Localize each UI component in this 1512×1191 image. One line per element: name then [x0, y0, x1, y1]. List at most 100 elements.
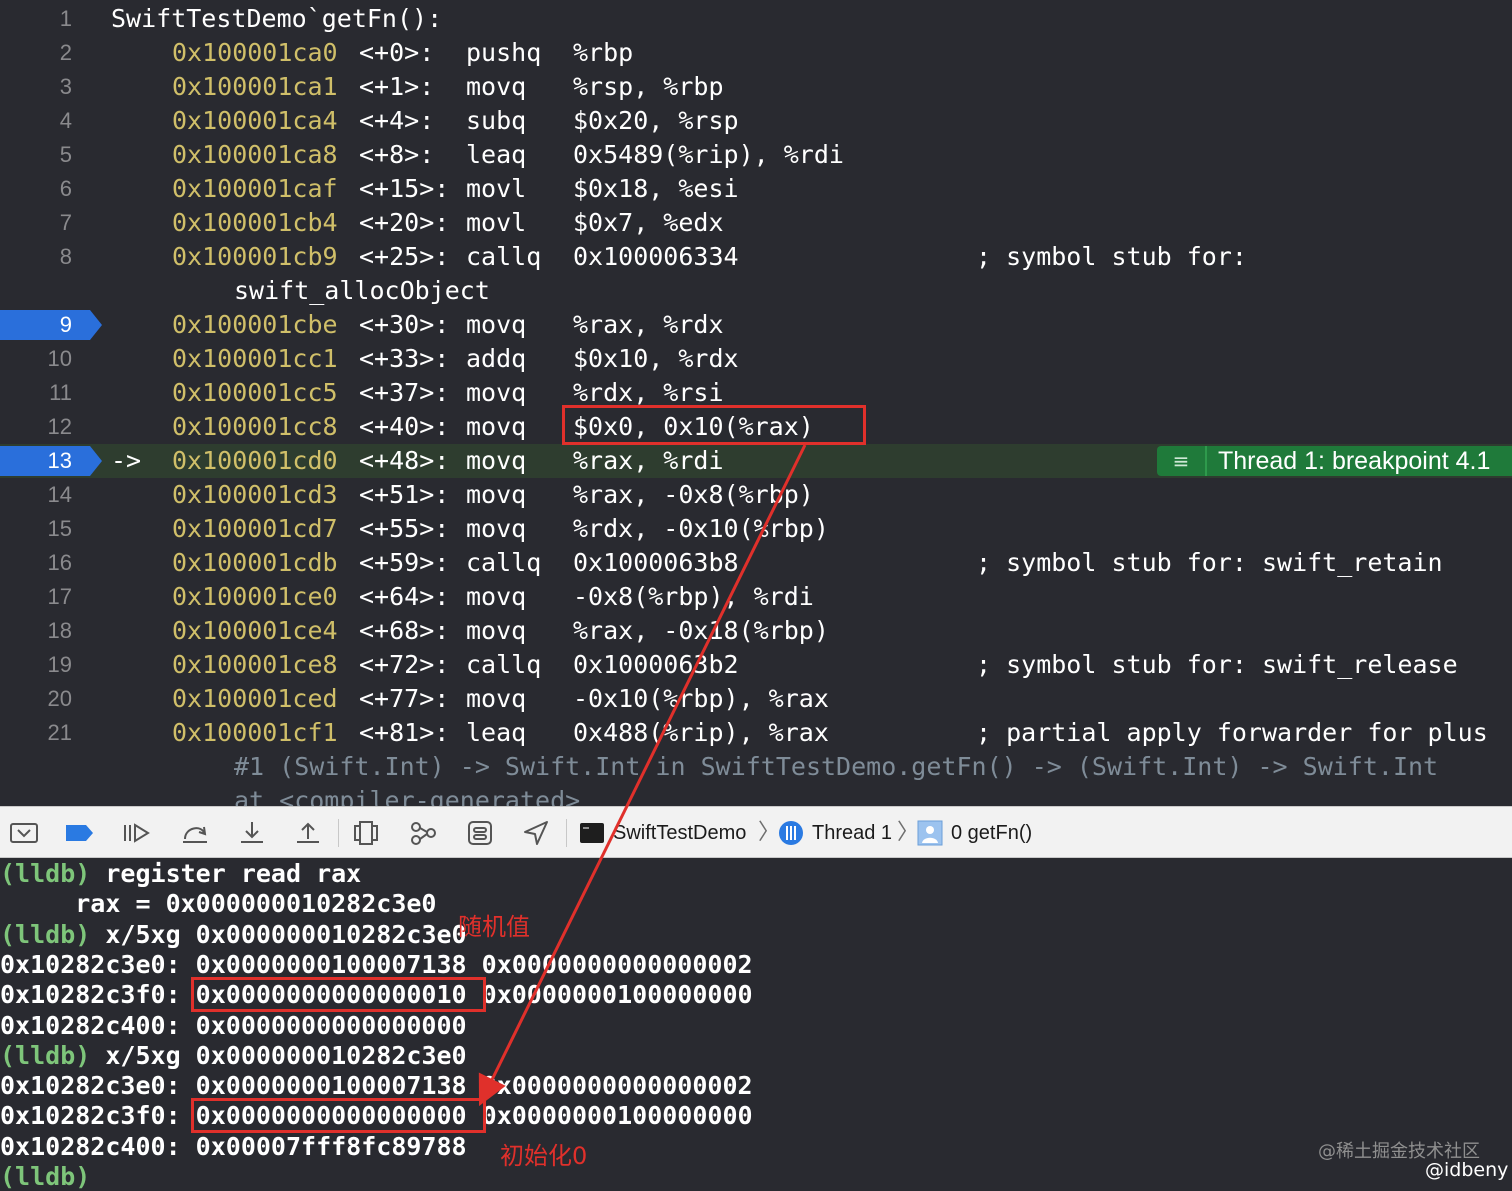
- hide-console-icon[interactable]: [9, 819, 39, 847]
- continuation-text: swift_allocObject: [234, 276, 490, 305]
- line-number[interactable]: 1: [0, 2, 72, 36]
- instruction-operands: -0x8(%rbp), %rdi: [573, 582, 814, 611]
- instruction-mnemonic: movl: [466, 174, 527, 203]
- line-number[interactable]: 21: [0, 716, 72, 750]
- disassembly-continuation-row: swift_allocObject: [0, 274, 1512, 308]
- disassembly-row: 20 0x100001ced <+77>: movq -0x10(%rbp), %rax: [0, 682, 1512, 716]
- thread-banner[interactable]: ≡ Thread 1: breakpoint 4.1: [1157, 446, 1512, 476]
- line-number[interactable]: 14: [0, 478, 72, 512]
- thread-icon: [779, 821, 803, 845]
- instruction-address: 0x100001cdb: [172, 548, 338, 577]
- memory-graph-icon[interactable]: [408, 819, 438, 847]
- line-number[interactable]: 9: [0, 308, 72, 342]
- instruction-address: 0x100001cbe: [172, 310, 338, 339]
- instruction-comment: ; symbol stub for: swift_retain: [976, 548, 1443, 577]
- line-number[interactable]: 15: [0, 512, 72, 546]
- disassembly-header-row: 1 SwiftTestDemo`getFn():: [0, 2, 1512, 36]
- disassembly-row: 10 0x100001cc1 <+33>: addq $0x10, %rdx: [0, 342, 1512, 376]
- line-number[interactable]: 17: [0, 580, 72, 614]
- step-over-icon[interactable]: [180, 819, 210, 847]
- instruction-address: 0x100001ca1: [172, 72, 338, 101]
- instruction-address: 0x100001ce4: [172, 616, 338, 645]
- instruction-offset: <+15>:: [359, 174, 450, 203]
- instruction-comment: ; partial apply forwarder for plus: [976, 718, 1488, 747]
- disassembly-continuation-row: at <compiler-generated>: [0, 784, 1512, 806]
- breadcrumb-target[interactable]: SwiftTestDemo: [613, 807, 746, 859]
- console-text: 0x10282c400: 0x00007fff8fc89788: [0, 1132, 467, 1161]
- instruction-operands: $0x7, %edx: [573, 208, 724, 237]
- lldb-console[interactable]: (lldb) register read rax rax = 0x0000000…: [0, 858, 1512, 1191]
- line-number[interactable]: [0, 784, 72, 806]
- disassembly-row: 14 0x100001cd3 <+51>: movq %rax, -0x8(%rbp): [0, 478, 1512, 512]
- console-output-line: 0x10282c3e0: 0x0000000100007138 0x000000…: [0, 1071, 753, 1101]
- line-number[interactable]: 13: [0, 444, 72, 478]
- line-number[interactable]: [0, 750, 72, 784]
- line-number[interactable]: 18: [0, 614, 72, 648]
- line-number[interactable]: 10: [0, 342, 72, 376]
- line-number[interactable]: 7: [0, 206, 72, 240]
- instruction-offset: <+25>:: [359, 242, 450, 271]
- console-text: 0x10282c400: 0x0000000000000000: [0, 1011, 467, 1040]
- instruction-mnemonic: movl: [466, 208, 527, 237]
- instruction-offset: <+37>:: [359, 378, 450, 407]
- console-text: register read rax: [90, 859, 362, 888]
- breadcrumb-thread[interactable]: Thread 1: [812, 807, 892, 859]
- lldb-prompt: (lldb): [0, 1041, 91, 1070]
- line-number[interactable]: 11: [0, 376, 72, 410]
- instruction-offset: <+72>:: [359, 650, 450, 679]
- instruction-operands: -0x10(%rbp), %rax: [573, 684, 829, 713]
- breakpoints-toggle-icon[interactable]: [64, 819, 94, 847]
- console-command-line: (lldb) x/5xg 0x000000010282c3e0: [0, 920, 467, 950]
- instruction-offset: <+30>:: [359, 310, 450, 339]
- disassembly-row: 7 0x100001cb4 <+20>: movl $0x7, %edx: [0, 206, 1512, 240]
- disassembly-row: 18 0x100001ce4 <+68>: movq %rax, -0x18(%rbp): [0, 614, 1512, 648]
- line-number[interactable]: 8: [0, 240, 72, 274]
- instruction-offset: <+1>:: [359, 72, 435, 101]
- instruction-address: 0x100001cb9: [172, 242, 338, 271]
- instruction-operands: %rdx, -0x10(%rbp): [573, 514, 829, 543]
- line-number[interactable]: 2: [0, 36, 72, 70]
- continue-icon[interactable]: [121, 819, 151, 847]
- line-number[interactable]: 5: [0, 138, 72, 172]
- breadcrumb-frame[interactable]: 0 getFn(): [951, 807, 1032, 859]
- disassembly-row: 19 0x100001ce8 <+72>: callq 0x1000063b2 ; sym…: [0, 648, 1512, 682]
- continuation-text: at <compiler-generated>: [234, 786, 581, 806]
- toolbar-separator: [566, 819, 567, 847]
- line-number[interactable]: 20: [0, 682, 72, 716]
- instruction-operands: %rax, -0x8(%rbp): [573, 480, 814, 509]
- continuation-text: #1 (Swift.Int) -> Swift.Int in SwiftTest…: [234, 752, 1439, 781]
- console-text: x/5xg 0x000000010282c3e0: [90, 920, 467, 949]
- instruction-address: 0x100001ca8: [172, 140, 338, 169]
- line-number[interactable]: 3: [0, 70, 72, 104]
- view-hierarchy-icon[interactable]: [351, 819, 381, 847]
- instruction-mnemonic: movq: [466, 72, 527, 101]
- instruction-offset: <+64>:: [359, 582, 450, 611]
- environment-overrides-icon[interactable]: [465, 819, 495, 847]
- line-number[interactable]: 12: [0, 410, 72, 444]
- instruction-mnemonic: movq: [466, 684, 527, 713]
- instruction-offset: <+48>:: [359, 446, 450, 475]
- line-number[interactable]: 16: [0, 546, 72, 580]
- line-number[interactable]: [0, 274, 72, 308]
- menu-lines-icon[interactable]: ≡: [1157, 446, 1207, 476]
- step-out-icon[interactable]: [293, 819, 323, 847]
- instruction-operands: %rdx, %rsi: [573, 378, 724, 407]
- lldb-prompt: (lldb): [0, 859, 91, 888]
- disassembly-row: 21 0x100001cf1 <+81>: leaq 0x488(%rip), %rax…: [0, 716, 1512, 750]
- instruction-operands: $0x10, %rdx: [573, 344, 739, 373]
- line-number[interactable]: 19: [0, 648, 72, 682]
- disassembly-row: 9 0x100001cbe <+30>: movq %rax, %rdx: [0, 308, 1512, 342]
- simulate-location-icon[interactable]: [521, 819, 551, 847]
- line-number[interactable]: 4: [0, 104, 72, 138]
- instruction-offset: <+77>:: [359, 684, 450, 713]
- instruction-operands: 0x1000063b8: [573, 548, 739, 577]
- step-into-icon[interactable]: [237, 819, 267, 847]
- console-text: 0x10282c3e0: 0x0000000100007138 0x000000…: [0, 1071, 753, 1100]
- instruction-address: 0x100001ce0: [172, 582, 338, 611]
- console-command-line: (lldb) register read rax: [0, 859, 361, 889]
- line-number[interactable]: 6: [0, 172, 72, 206]
- instruction-operands: 0x488(%rip), %rax: [573, 718, 829, 747]
- disassembly-row: 16 0x100001cdb <+59>: callq 0x1000063b8 ; sym…: [0, 546, 1512, 580]
- instruction-mnemonic: leaq: [466, 718, 527, 747]
- disassembly-row: 11 0x100001cc5 <+37>: movq %rdx, %rsi: [0, 376, 1512, 410]
